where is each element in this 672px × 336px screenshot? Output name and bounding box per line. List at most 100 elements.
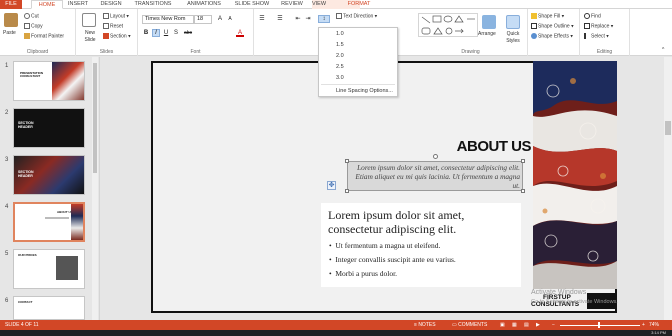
bullet-list[interactable]: • Ut fermentum a magna ut eleifend. • In…: [329, 239, 456, 281]
slide-thumbnail-4[interactable]: ABOUT US: [13, 202, 85, 242]
slide-heading[interactable]: ABOUT US: [433, 138, 532, 155]
editing-label: Editing: [596, 49, 613, 55]
zoom-slider[interactable]: [560, 324, 640, 326]
font-size-box[interactable]: 18: [194, 15, 212, 24]
paste-icon[interactable]: [4, 13, 18, 27]
line-spacing-option[interactable]: 2.5: [319, 62, 397, 72]
tab-transitions[interactable]: TRANSITIONS: [132, 0, 174, 9]
tab-animations[interactable]: ANIMATIONS: [184, 0, 224, 9]
shape-fill-button[interactable]: Shape Fill ▾: [531, 13, 564, 20]
tab-slide-show[interactable]: SLIDE SHOW: [234, 0, 270, 9]
shape-effects-button[interactable]: Shape Effects ▾: [531, 33, 573, 40]
increase-indent-button[interactable]: ⇥: [304, 15, 312, 23]
content-title[interactable]: Lorem ipsum dolor sit amet, consectetur …: [328, 208, 518, 236]
font-color-button[interactable]: A: [236, 29, 244, 37]
editor-scrollbar[interactable]: [664, 57, 672, 320]
layout-button[interactable]: Layout ▾: [103, 13, 129, 20]
notes-button[interactable]: ≡ NOTES: [414, 320, 436, 330]
zoom-level[interactable]: 74%: [649, 320, 659, 330]
zoom-slider-thumb[interactable]: [598, 322, 600, 328]
collapse-ribbon-button[interactable]: ^: [662, 47, 664, 54]
line-spacing-option[interactable]: 2.0: [319, 51, 397, 61]
underline-button[interactable]: U: [162, 29, 170, 37]
slide-thumbnail-6[interactable]: CONTACT: [13, 296, 85, 320]
font-group: Times New Rom 18 A A B I U S abc A Font: [138, 9, 254, 56]
resize-handle[interactable]: [521, 159, 525, 163]
slide-thumbnail-1[interactable]: PRESENTATION CONSULTANT: [13, 61, 85, 101]
slide-canvas: ABOUT US Lorem ipsum dolor sit amet, con…: [151, 61, 617, 313]
shrink-font-button[interactable]: A: [226, 15, 234, 23]
activate-windows-title: Activate Windows: [531, 289, 587, 296]
find-button[interactable]: Find: [584, 13, 601, 20]
cut-button[interactable]: Cut: [24, 13, 39, 20]
slide-thumbnail-3[interactable]: SECTION HEADER: [13, 155, 85, 195]
replace-icon: [584, 23, 590, 29]
slide-thumbnail-5[interactable]: OUR PRICES: [13, 249, 85, 289]
shadow-button[interactable]: S: [172, 29, 180, 37]
zoom-out-button[interactable]: −: [552, 320, 555, 330]
tab-insert[interactable]: INSERT: [68, 0, 88, 9]
replace-button[interactable]: Replace ▾: [584, 23, 613, 30]
decrease-indent-button[interactable]: ⇤: [294, 15, 302, 23]
font-name-box[interactable]: Times New Rom: [142, 15, 194, 24]
format-painter-button[interactable]: Format Painter: [24, 33, 64, 40]
line-spacing-option[interactable]: 1.5: [319, 40, 397, 50]
tab-review[interactable]: REVIEW: [280, 0, 304, 9]
line-spacing-option[interactable]: 1.0: [319, 29, 397, 39]
tab-file[interactable]: FILE: [0, 0, 22, 9]
quick-styles-icon[interactable]: [506, 15, 520, 29]
tab-format[interactable]: FORMAT: [345, 0, 373, 9]
bold-button[interactable]: B: [142, 29, 150, 37]
marble-image: [52, 62, 84, 100]
reset-icon: [103, 23, 109, 29]
grow-font-button[interactable]: A: [216, 15, 224, 23]
bullets-button[interactable]: ☰: [258, 15, 266, 23]
normal-view-icon[interactable]: ▣: [500, 320, 505, 330]
resize-handle[interactable]: [521, 189, 525, 193]
tab-home[interactable]: HOME: [31, 0, 63, 9]
new-slide-icon[interactable]: [82, 13, 96, 27]
windows-taskbar: 3:14 PM: [0, 330, 672, 336]
content-box[interactable]: Lorem ipsum dolor sit amet, consectetur …: [321, 203, 521, 287]
thumbnails-scrollbar[interactable]: [92, 57, 98, 320]
arrange-button[interactable]: Arrange: [478, 31, 496, 38]
resize-handle[interactable]: [345, 159, 349, 163]
slide-thumbnail-2[interactable]: SECTION HEADER: [13, 108, 85, 148]
zoom-in-button[interactable]: +: [642, 320, 645, 330]
reset-button[interactable]: Reset: [103, 23, 123, 30]
comments-button[interactable]: ▭ COMMENTS: [452, 320, 487, 330]
shapes-gallery[interactable]: [418, 13, 478, 37]
line-spacing-options-item[interactable]: Line Spacing Options...: [319, 86, 397, 96]
italic-paragraph[interactable]: Lorem ipsum dolor sit amet, consectetur …: [348, 163, 520, 191]
copy-button[interactable]: Copy: [24, 23, 43, 30]
bullet-item: • Morbi a purus dolor.: [329, 269, 398, 278]
slides-group: New Slide Layout ▾ Reset Section ▾ Slide…: [76, 9, 138, 56]
numbering-button[interactable]: ☰: [276, 15, 284, 23]
italic-button[interactable]: I: [152, 29, 160, 37]
move-handle-icon[interactable]: ✥: [327, 181, 336, 190]
editor-scrollbar-thumb[interactable]: [665, 121, 671, 135]
selected-text-box[interactable]: Lorem ipsum dolor sit amet, consectetur …: [345, 154, 525, 193]
activate-windows-subtitle: Go to Settings to activate Windows.: [531, 299, 618, 305]
arrange-icon[interactable]: [482, 15, 496, 29]
slide-sorter-icon[interactable]: ▦: [512, 320, 517, 330]
reading-view-icon[interactable]: ▤: [524, 320, 529, 330]
tab-view[interactable]: VIEW: [310, 0, 328, 9]
paste-button[interactable]: Paste: [3, 30, 16, 37]
line-spacing-button[interactable]: ↕: [318, 15, 330, 23]
select-button[interactable]: Select ▾: [584, 33, 609, 40]
tab-design[interactable]: DESIGN: [100, 0, 122, 9]
slide-thumbnails-pane: 1 PRESENTATION CONSULTANT 2 SECTION HEAD…: [0, 57, 100, 320]
strikethrough-button[interactable]: abc: [182, 29, 194, 37]
editing-group: Find Replace ▾ Select ▾ Editing: [580, 9, 630, 56]
shape-outline-button[interactable]: Shape Outline ▾: [531, 23, 574, 30]
quick-styles-button[interactable]: Quick Styles: [502, 31, 524, 45]
new-slide-button[interactable]: New Slide: [80, 30, 100, 44]
section-button[interactable]: Section ▾: [103, 33, 131, 40]
text-direction-button[interactable]: Text Direction ▾: [336, 13, 377, 20]
line-spacing-option[interactable]: 3.0: [319, 73, 397, 83]
rotate-handle[interactable]: [433, 154, 438, 159]
scrollbar-thumb[interactable]: [93, 63, 97, 173]
resize-handle[interactable]: [345, 189, 349, 193]
slideshow-icon[interactable]: ▶: [536, 320, 540, 330]
